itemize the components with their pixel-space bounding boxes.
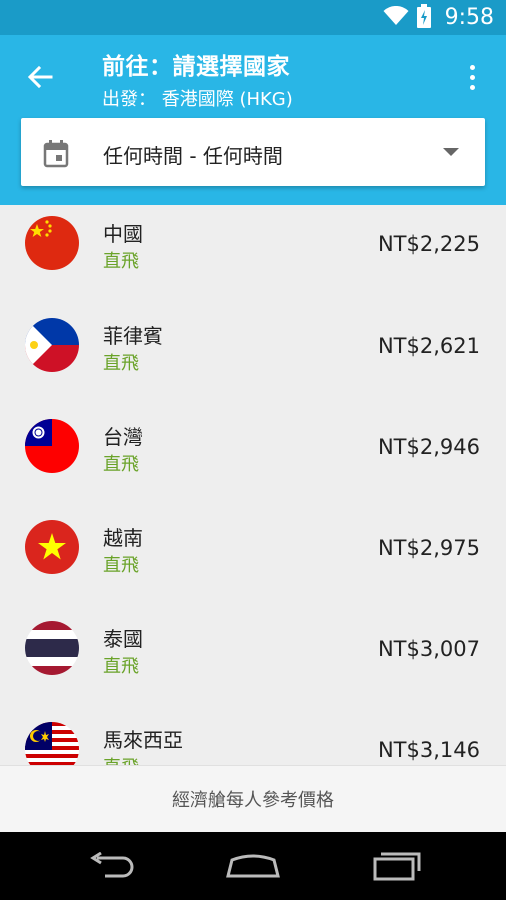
nav-home-button[interactable] [223,850,283,882]
direct-flight-tag: 直飛 [103,353,139,374]
page-subtitle: 出發： 香港國際 (HKG) [102,89,293,110]
country-name: 中國 [103,222,143,246]
overflow-menu-button[interactable] [460,59,484,95]
destination-list[interactable]: 中國 直飛 NT$2,225 菲律賓 直飛 NT$2,621 台灣 直飛 NT$… [0,205,506,765]
direct-flight-tag: 直飛 [103,454,139,475]
price: NT$2,946 [377,435,480,459]
list-item[interactable]: 菲律賓 直飛 NT$2,621 [0,306,506,407]
list-item[interactable]: 中國 直飛 NT$2,225 [0,205,506,306]
philippines-flag-icon [25,318,79,372]
list-item[interactable]: 台灣 直飛 NT$2,946 [0,407,506,508]
nav-back-icon [90,852,134,878]
status-bar: 9:58 [0,0,506,35]
price-note: 經濟艙每人參考價格 [172,790,334,811]
dot-icon [469,64,475,70]
price-note-footer: 經濟艙每人參考價格 [0,765,506,832]
price: NT$2,975 [377,536,480,560]
direct-flight-tag: 直飛 [103,251,139,272]
nav-recents-icon [373,852,421,881]
country-name: 台灣 [103,425,143,449]
country-name: 馬來西亞 [103,728,183,752]
nav-recents-button[interactable] [366,850,426,882]
direct-flight-tag: 直飛 [103,753,139,765]
calendar-icon [43,140,69,172]
list-item[interactable]: 泰國 直飛 NT$3,007 [0,609,506,710]
dot-icon [469,84,475,90]
page-title: 前往：請選擇國家 [102,54,290,80]
price: NT$2,225 [377,232,480,256]
thailand-flag-icon [25,621,79,675]
arrow-back-icon [27,65,53,89]
price: NT$3,146 [377,738,480,762]
dot-icon [469,74,475,80]
country-name: 菲律賓 [103,324,163,348]
date-range-value: 任何時間 - 任何時間 [103,144,283,168]
country-name: 泰國 [103,627,143,651]
list-item[interactable]: 馬來西亞 直飛 NT$3,146 [0,710,506,765]
clock: 9:58 [444,5,494,30]
vietnam-flag-icon [25,520,79,574]
nav-home-icon [226,854,280,878]
back-button[interactable] [22,59,58,95]
wifi-icon [383,5,409,30]
direct-flight-tag: 直飛 [103,555,139,576]
battery-charging-icon [416,3,431,32]
system-nav-bar [0,832,506,900]
nav-back-button[interactable] [82,850,142,882]
title-block: 前往：請選擇國家 出發： 香港國際 (HKG) [102,47,293,111]
china-flag-icon [25,216,79,270]
price: NT$2,621 [377,334,480,358]
dropdown-arrow-icon [443,148,459,156]
date-range-selector[interactable]: 任何時間 - 任何時間 [21,118,485,186]
malaysia-flag-icon [25,722,79,765]
price: NT$3,007 [377,637,480,661]
direct-flight-tag: 直飛 [103,656,139,677]
country-name: 越南 [103,526,143,550]
taiwan-flag-icon [25,419,79,473]
list-item[interactable]: 越南 直飛 NT$2,975 [0,508,506,609]
